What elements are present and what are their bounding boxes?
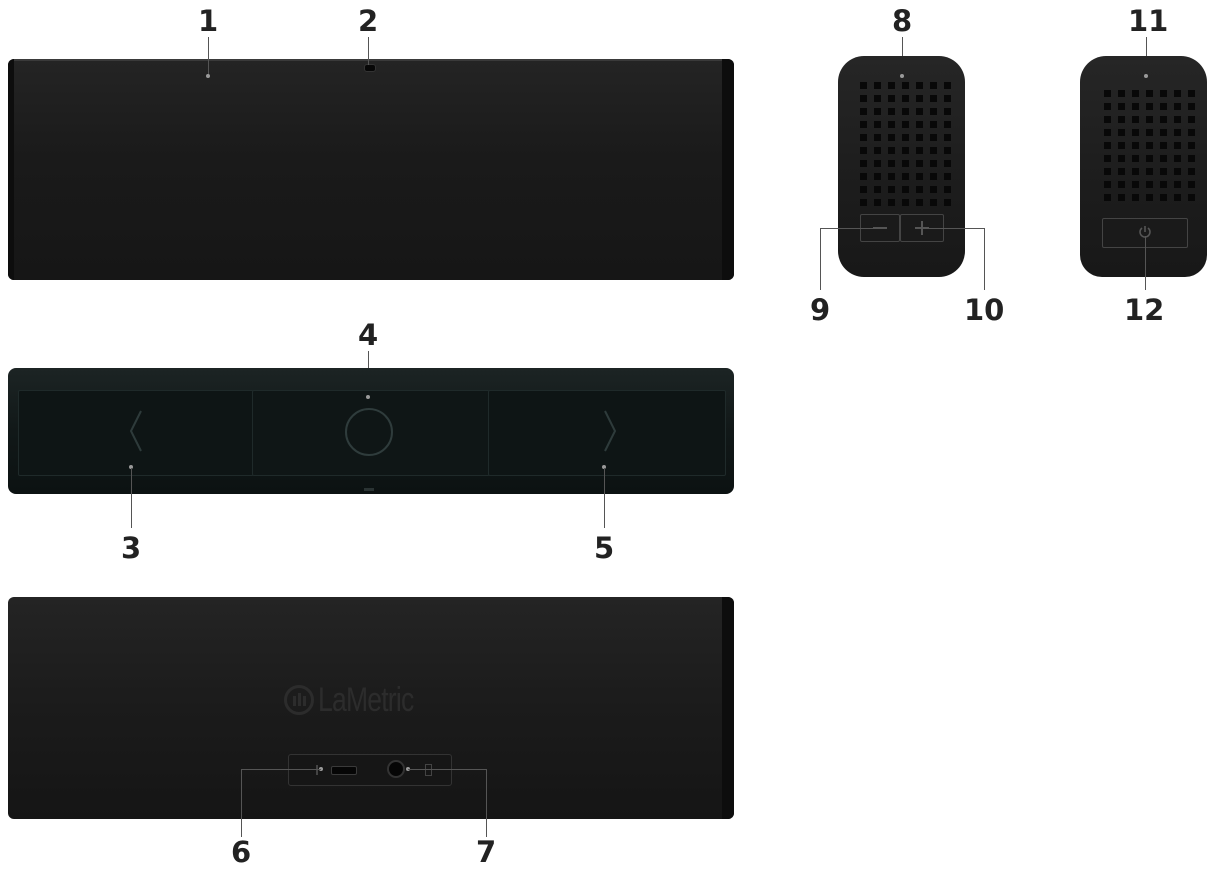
callout-number-5: 5 <box>594 531 615 565</box>
audio-marker-icon <box>425 764 432 776</box>
leader-line-3 <box>131 468 132 528</box>
micro-usb-port[interactable] <box>331 766 357 775</box>
speaker-grill-left <box>860 82 951 206</box>
callout-number-7: 7 <box>476 835 497 869</box>
callout-number-4: 4 <box>358 318 379 352</box>
pointer-dot-4 <box>366 395 370 399</box>
usb-marker-icon <box>316 765 318 775</box>
right-button-panel[interactable] <box>488 390 726 476</box>
right-end-cap <box>722 59 734 280</box>
leader-line-9-h <box>820 228 876 229</box>
port-panel <box>288 754 452 786</box>
leader-line-7-h <box>408 769 486 770</box>
callout-number-2: 2 <box>358 4 379 38</box>
plus-icon <box>915 221 929 235</box>
microphone-hole <box>364 64 376 72</box>
pointer-dot-1 <box>206 74 210 78</box>
left-end-cap <box>8 59 14 280</box>
callout-number-9: 9 <box>810 293 831 327</box>
brand-logo-text: LaMetric <box>318 681 414 719</box>
lametric-logo-mark-icon <box>284 685 314 715</box>
top-edge-highlight <box>14 59 728 61</box>
indicator-slot <box>364 488 374 491</box>
speaker-grill-right <box>1104 90 1195 201</box>
callout-number-3: 3 <box>121 531 142 565</box>
left-button-panel[interactable] <box>18 390 254 476</box>
speaker-top-view <box>8 59 734 280</box>
leader-line-2 <box>368 37 369 65</box>
leader-line-5 <box>604 468 605 528</box>
speaker-side-view-right <box>1080 56 1207 277</box>
speaker-back-view: LaMetric <box>8 597 734 819</box>
speaker-side-view-left <box>838 56 965 277</box>
callout-number-1: 1 <box>198 4 219 38</box>
back-right-end-cap <box>722 597 734 819</box>
chevron-right-icon <box>604 410 617 452</box>
leader-line-10-v <box>984 228 985 290</box>
leader-line-9-v <box>820 228 821 290</box>
audio-jack-port[interactable] <box>387 760 405 778</box>
callout-number-6: 6 <box>231 835 252 869</box>
center-button-panel[interactable] <box>252 390 490 476</box>
circle-action-icon <box>345 408 393 456</box>
chevron-left-icon <box>129 410 142 452</box>
pointer-dot-8 <box>900 74 904 78</box>
leader-line-7-v <box>486 769 487 837</box>
leader-line-6-h <box>241 769 321 770</box>
pointer-dot-11 <box>1144 74 1148 78</box>
leader-line-12 <box>1145 236 1146 290</box>
leader-line-10-h <box>928 228 984 229</box>
leader-line-6-v <box>241 769 242 837</box>
callout-number-10: 10 <box>964 293 1005 327</box>
callout-number-12: 12 <box>1124 293 1165 327</box>
callout-number-11: 11 <box>1128 4 1169 38</box>
callout-number-8: 8 <box>892 4 913 38</box>
leader-line-1 <box>208 37 209 75</box>
speaker-front-view <box>8 368 734 494</box>
